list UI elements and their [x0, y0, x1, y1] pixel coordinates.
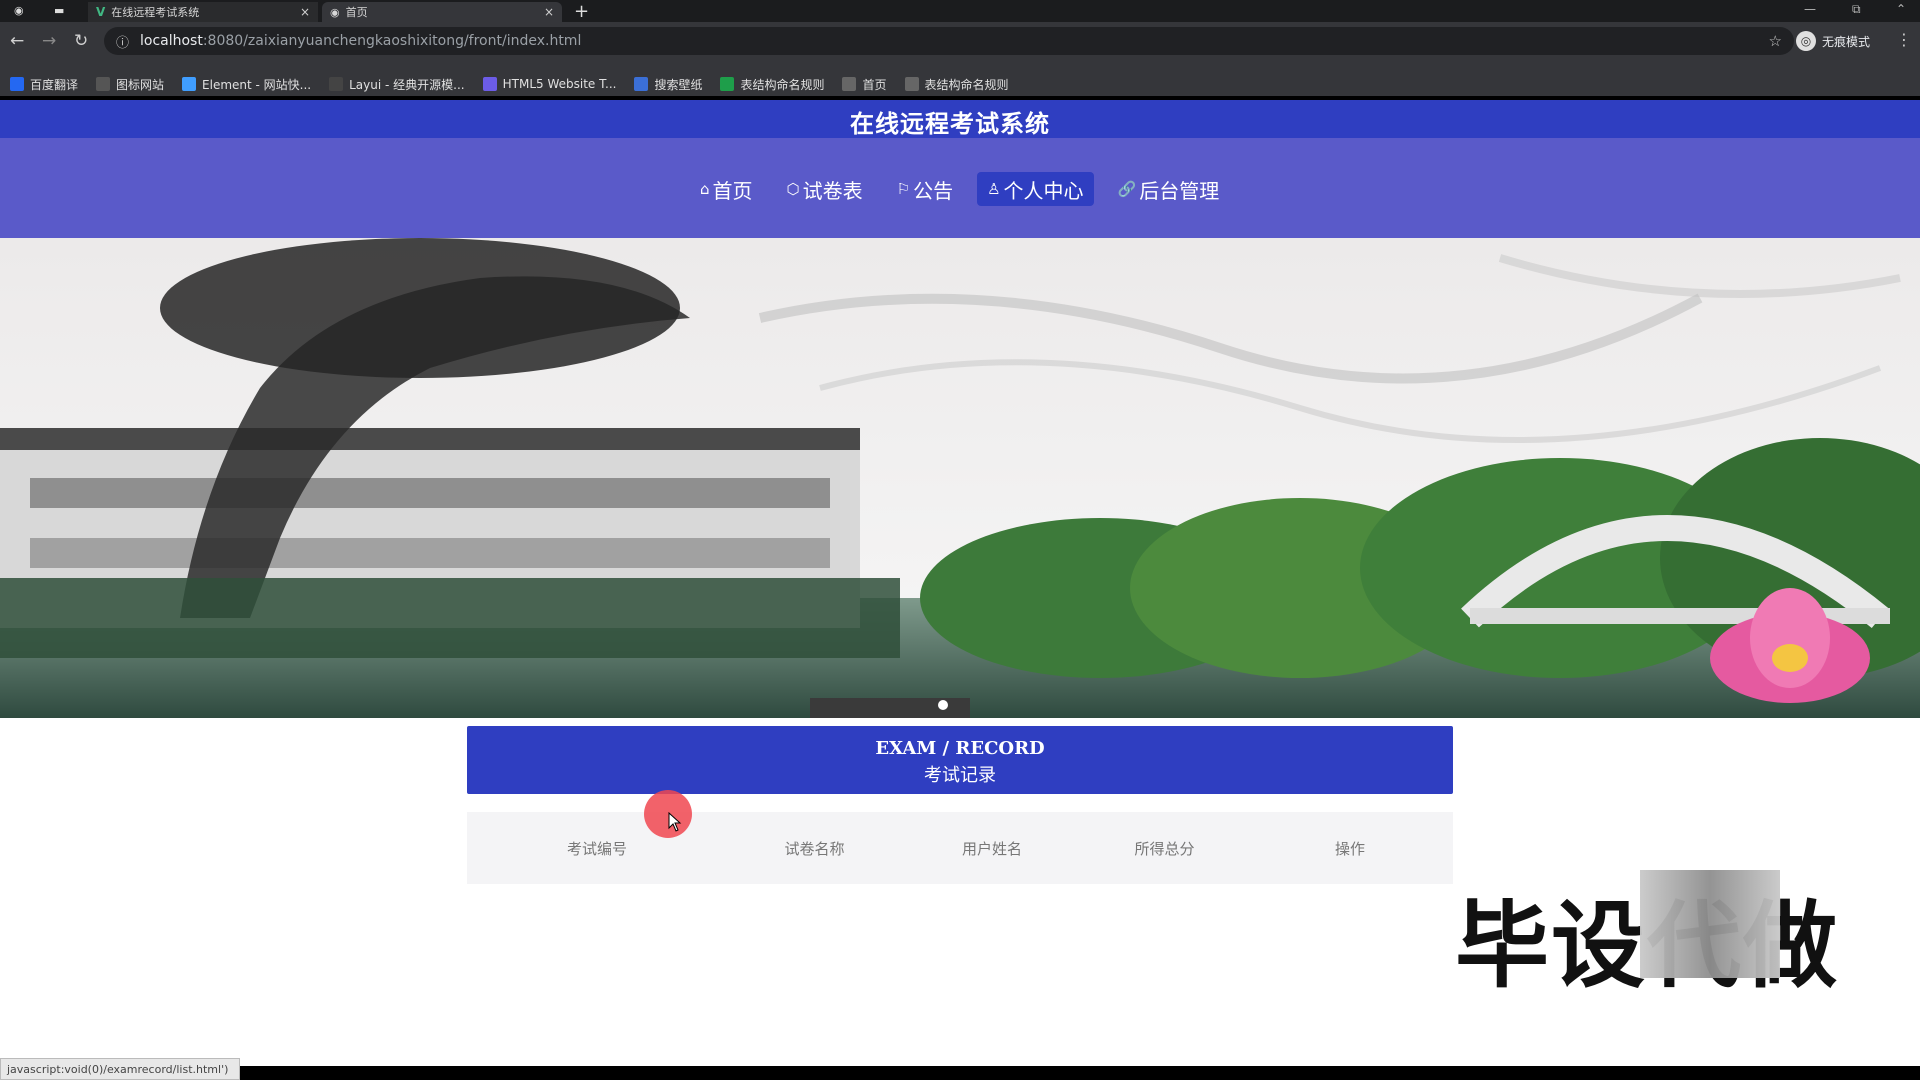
- nav-label: 首页: [712, 178, 753, 203]
- browser-tab-active[interactable]: ◉ 首页 ×: [322, 2, 562, 22]
- translate-icon: [10, 77, 24, 91]
- globe-icon: [842, 77, 857, 91]
- status-bar-url: javascript:void(0)/examrecord/list.html'…: [0, 1058, 240, 1080]
- home-icon: ⌂: [700, 180, 710, 198]
- section-header: EXAM / RECORD 考试记录: [467, 726, 1453, 794]
- close-tab-icon[interactable]: ×: [544, 5, 554, 19]
- chevron-up-icon[interactable]: ⌃: [1896, 2, 1906, 16]
- user-icon: ♙: [987, 180, 1001, 198]
- cursor-pointer-icon: [668, 812, 682, 832]
- bookmark-item[interactable]: 表结构命名规则: [720, 76, 824, 93]
- incognito-badge[interactable]: ◎ 无痕模式: [1796, 31, 1870, 51]
- site-info-icon[interactable]: ⓘ: [116, 32, 140, 51]
- restore-icon[interactable]: ⧉: [1852, 2, 1861, 17]
- flag-icon: [96, 77, 111, 91]
- section-title-cn: 考试记录: [924, 765, 996, 786]
- bookmark-label: 表结构命名规则: [924, 77, 1009, 92]
- column-header: 操作: [1334, 839, 1365, 858]
- main-nav: ⌂ 首页 ⬡ 试卷表 ⚐ 公告 ♙ 个人中心 🔗 后台管理: [0, 138, 1920, 238]
- bookmark-item[interactable]: 图标网站: [96, 76, 164, 93]
- nav-label: 后台管理: [1139, 178, 1220, 203]
- carousel-dot[interactable]: [938, 700, 948, 710]
- bookmark-item[interactable]: 百度翻译: [10, 76, 78, 93]
- browser-toolbar: ← → ↻ ⓘ localhost :8080/zaixianyuancheng…: [0, 22, 1920, 78]
- minimize-icon[interactable]: —: [1804, 2, 1816, 16]
- banner-image: [0, 238, 1920, 718]
- bookmark-item[interactable]: 搜索壁纸: [634, 76, 702, 93]
- tab-search-icon[interactable]: ▬: [54, 4, 64, 17]
- nav-item-4[interactable]: 🔗 后台管理: [1108, 172, 1230, 206]
- sheet-icon: [720, 77, 735, 91]
- new-tab-button[interactable]: +: [574, 1, 589, 22]
- tab-title: 首页: [345, 6, 368, 19]
- column-header: 用户姓名: [961, 839, 1022, 858]
- nav-item-0[interactable]: ⌂ 首页: [690, 172, 763, 206]
- nav-label: 公告: [913, 178, 954, 203]
- nav-item-2[interactable]: ⚐ 公告: [887, 172, 963, 206]
- incognito-label: 无痕模式: [1822, 34, 1871, 49]
- address-bar[interactable]: ⓘ localhost :8080/zaixianyuanchengkaoshi…: [104, 27, 1794, 55]
- layui-icon: [329, 77, 344, 91]
- nav-label: 试卷表: [802, 178, 863, 203]
- incognito-icon: ◎: [1796, 31, 1816, 51]
- link-icon: 🔗: [1117, 180, 1137, 198]
- bookmark-label: HTML5 Website T...: [502, 77, 617, 91]
- globe-icon: [904, 77, 919, 91]
- wallpaper-icon: [634, 77, 649, 91]
- bookmarks-bar: 百度翻译 图标网站 Element - 网站快... Layui - 经典开源模...…: [0, 72, 1920, 96]
- banner-carousel[interactable]: [0, 238, 1920, 718]
- nav-item-1[interactable]: ⬡ 试卷表: [777, 172, 873, 206]
- close-tab-icon[interactable]: ×: [300, 5, 310, 19]
- site-header: 在线远程考试系统: [0, 100, 1920, 138]
- bookmark-label: 百度翻译: [30, 77, 79, 92]
- section-title-en: EXAM / RECORD: [875, 738, 1045, 759]
- page-viewport: 在线远程考试系统 ⌂ 首页 ⬡ 试卷表 ⚐ 公告 ♙ 个人中心 🔗 后台管理 E…: [0, 100, 1920, 1066]
- globe-icon: ◉: [330, 5, 340, 19]
- bookmark-item[interactable]: 首页: [842, 76, 887, 93]
- bookmark-star-icon[interactable]: ☆: [1769, 32, 1782, 50]
- back-icon[interactable]: ←: [10, 31, 24, 51]
- exam-record-table-header: 考试编号 试卷名称 用户姓名 所得总分 操作: [467, 812, 1453, 884]
- bookmark-item[interactable]: Layui - 经典开源模...: [329, 76, 465, 93]
- more-menu-icon[interactable]: ⋮: [1896, 30, 1912, 49]
- bookmark-label: 表结构命名规则: [740, 77, 825, 92]
- bookmark-label: Element - 网站快...: [202, 77, 312, 92]
- watermark-blur: [1640, 870, 1780, 978]
- column-header: 试卷名称: [784, 839, 845, 858]
- tab-title: 在线远程考试系统: [111, 6, 200, 19]
- reload-icon[interactable]: ↻: [74, 31, 88, 51]
- url-path: :8080/zaixianyuanchengkaoshixitong/front…: [202, 33, 582, 49]
- browser-menu-icon[interactable]: ◉: [14, 4, 24, 17]
- forward-icon[interactable]: →: [42, 31, 56, 51]
- nav-label: 个人中心: [1003, 178, 1084, 203]
- cube-icon: ⬡: [786, 180, 800, 198]
- column-header: 考试编号: [566, 839, 627, 858]
- carousel-dots: [938, 700, 948, 710]
- browser-tab-bar: ◉ ▬ V 在线远程考试系统 × ◉ 首页 × + — ⧉ ⌃: [0, 0, 1920, 22]
- bookmark-label: 图标网站: [116, 77, 165, 92]
- bookmark-item[interactable]: 表结构命名规则: [904, 76, 1009, 93]
- element-icon: [182, 77, 197, 91]
- html5-icon: [482, 77, 497, 91]
- browser-tab[interactable]: V 在线远程考试系统 ×: [88, 2, 318, 22]
- url-host: localhost: [140, 33, 203, 49]
- bookmark-label: 搜索壁纸: [654, 77, 703, 92]
- flag-icon: ⚐: [896, 180, 911, 198]
- column-header: 所得总分: [1134, 839, 1195, 858]
- site-title: 在线远程考试系统: [850, 110, 1050, 138]
- bookmark-label: 首页: [862, 77, 887, 92]
- bookmark-item[interactable]: HTML5 Website T...: [482, 77, 617, 91]
- bookmark-item[interactable]: Element - 网站快...: [182, 76, 311, 93]
- vue-logo-icon: V: [96, 5, 106, 19]
- bookmark-label: Layui - 经典开源模...: [349, 77, 465, 92]
- nav-item-3[interactable]: ♙ 个人中心: [977, 172, 1094, 206]
